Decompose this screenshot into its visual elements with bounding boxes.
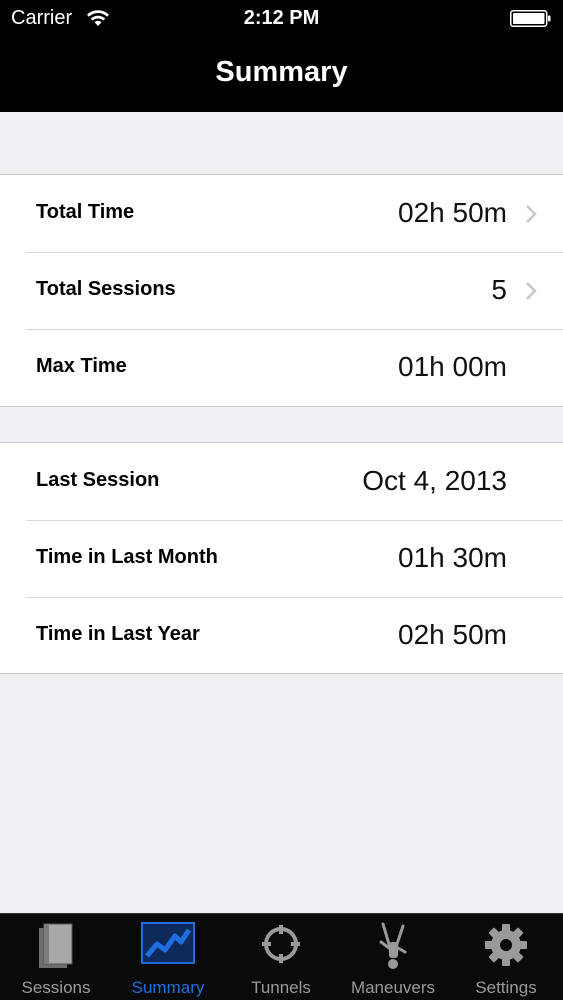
row-total-time[interactable]: Total Time 02h 50m xyxy=(0,175,563,252)
chevron-right-icon xyxy=(526,282,537,300)
row-label: Time in Last Year xyxy=(36,623,200,645)
top-bar: Carrier 2:12 PM Summary xyxy=(0,0,563,112)
tab-summary[interactable]: Summary xyxy=(112,914,224,1000)
tab-label: Tunnels xyxy=(251,978,311,997)
status-time: 2:12 PM xyxy=(243,7,320,29)
summary-section-totals: Total Time 02h 50m Total Sessions 5 Max … xyxy=(0,174,563,407)
status-bar: Carrier 2:12 PM xyxy=(0,0,563,38)
row-max-time: Max Time 01h 00m xyxy=(0,329,563,406)
tab-tunnels[interactable]: Tunnels xyxy=(225,914,337,1000)
skydiver-icon xyxy=(379,922,407,969)
crosshair-icon xyxy=(262,925,300,963)
battery-icon xyxy=(510,10,551,27)
row-value: 01h 30m xyxy=(398,542,507,573)
chevron-right-icon xyxy=(526,205,537,223)
row-label: Total Sessions xyxy=(36,278,176,300)
tab-label: Settings xyxy=(475,978,537,997)
row-label: Time in Last Month xyxy=(36,546,218,568)
summary-section-recent: Last Session Oct 4, 2013 Time in Last Mo… xyxy=(0,442,563,674)
row-last-session: Last Session Oct 4, 2013 xyxy=(0,443,563,520)
row-value: 01h 00m xyxy=(398,351,507,382)
row-time-last-month: Time in Last Month 01h 30m xyxy=(0,520,563,597)
row-value: 5 xyxy=(491,274,507,305)
row-label: Last Session xyxy=(36,469,160,491)
gear-icon xyxy=(485,924,527,966)
tab-maneuvers[interactable]: Maneuvers xyxy=(337,914,449,1000)
tab-bar: Sessions Summary Tunnels Maneuvers Setti… xyxy=(0,913,563,1000)
row-time-last-year: Time in Last Year 02h 50m xyxy=(0,597,563,674)
book-icon xyxy=(39,923,73,968)
row-label: Max Time xyxy=(36,355,127,377)
tab-label: Maneuvers xyxy=(350,978,436,997)
chart-icon xyxy=(141,922,195,964)
row-value: 02h 50m xyxy=(398,197,507,228)
tab-sessions[interactable]: Sessions xyxy=(0,914,112,1000)
tab-label: Sessions xyxy=(21,978,91,997)
tab-label: Summary xyxy=(131,978,205,997)
row-total-sessions[interactable]: Total Sessions 5 xyxy=(0,252,563,329)
tab-settings[interactable]: Settings xyxy=(450,914,562,1000)
row-label: Total Time xyxy=(36,201,135,223)
row-value: 02h 50m xyxy=(398,619,507,650)
row-value: Oct 4, 2013 xyxy=(362,465,507,496)
page-title: Summary xyxy=(215,56,348,88)
